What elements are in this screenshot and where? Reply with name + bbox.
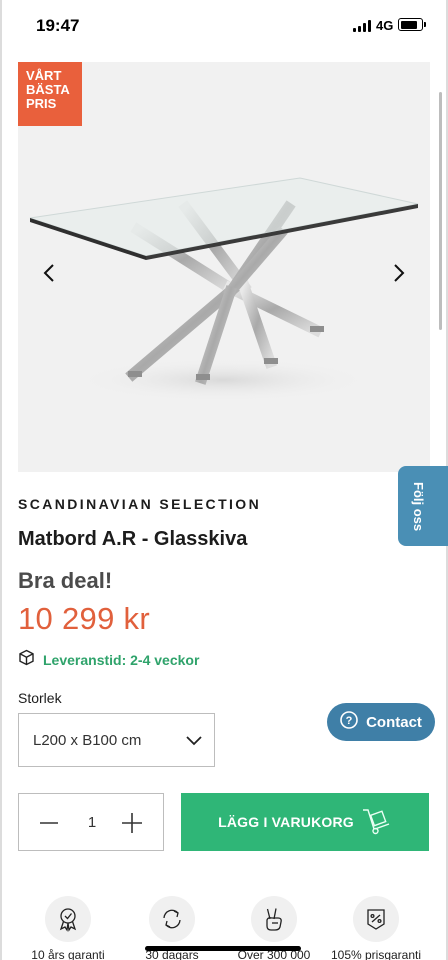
quantity-value[interactable]: 1 xyxy=(85,814,99,831)
badge-line: PRIS xyxy=(26,96,57,111)
plus-icon[interactable] xyxy=(121,812,143,834)
add-to-cart-button[interactable]: LÄGG I VARUKORG xyxy=(181,793,429,851)
quantity-stepper[interactable]: 1 xyxy=(18,793,164,851)
delivery-info: Leveranstid: 2-4 veckor xyxy=(18,649,199,671)
product-title: Matbord A.R - Glasskiva xyxy=(18,528,248,550)
follow-us-label: Följ oss xyxy=(411,482,426,532)
percent-tag-icon xyxy=(353,896,399,942)
hand-truck-icon xyxy=(360,804,392,841)
minus-icon[interactable] xyxy=(39,814,59,832)
brand-name[interactable]: SCANDINAVIAN SELECTION xyxy=(18,496,261,512)
return-arrows-icon xyxy=(149,896,195,942)
size-selected-value: L200 x B100 cm xyxy=(33,732,142,749)
screen-edge-left xyxy=(0,0,2,960)
add-to-cart-label: LÄGG I VARUKORG xyxy=(218,814,354,830)
contact-button[interactable]: ? Contact xyxy=(327,703,435,741)
network-type: 4G xyxy=(376,18,394,33)
award-ribbon-icon xyxy=(45,896,91,942)
battery-level xyxy=(400,20,417,29)
status-bar: 19:47 4G xyxy=(0,0,448,52)
peace-hand-icon xyxy=(251,896,297,942)
size-label: Storlek xyxy=(18,690,62,706)
deal-label: Bra deal! xyxy=(18,568,113,593)
status-time: 19:47 xyxy=(36,16,80,35)
question-circle-icon: ? xyxy=(340,710,358,734)
follow-us-tab[interactable]: Följ oss xyxy=(398,466,448,546)
badge-line: BÄSTA xyxy=(26,82,70,97)
chevron-right-icon[interactable] xyxy=(386,260,412,286)
chevron-left-icon[interactable] xyxy=(36,260,62,286)
box-icon xyxy=(18,649,35,671)
product-price: 10 299 kr xyxy=(18,601,150,636)
feature-label: 10 års garanti xyxy=(31,948,105,960)
contact-label: Contact xyxy=(366,713,422,731)
feature-label: 105% prisgaranti xyxy=(330,948,422,960)
chevron-down-icon xyxy=(186,733,202,751)
battery-icon xyxy=(398,18,426,31)
size-select[interactable]: L200 x B100 cm xyxy=(18,713,215,767)
best-price-badge: VÅRT BÄSTA PRIS xyxy=(18,62,82,126)
delivery-text: Leveranstid: 2-4 veckor xyxy=(43,652,200,668)
feature-warranty: 10 års garanti xyxy=(18,896,118,960)
badge-line: VÅRT xyxy=(26,68,62,83)
home-indicator[interactable] xyxy=(145,946,301,951)
page-scrollbar[interactable] xyxy=(439,92,442,330)
signal-icon xyxy=(353,20,371,32)
svg-text:?: ? xyxy=(346,715,353,727)
feature-price-guarantee: 105% prisgaranti xyxy=(326,896,426,960)
